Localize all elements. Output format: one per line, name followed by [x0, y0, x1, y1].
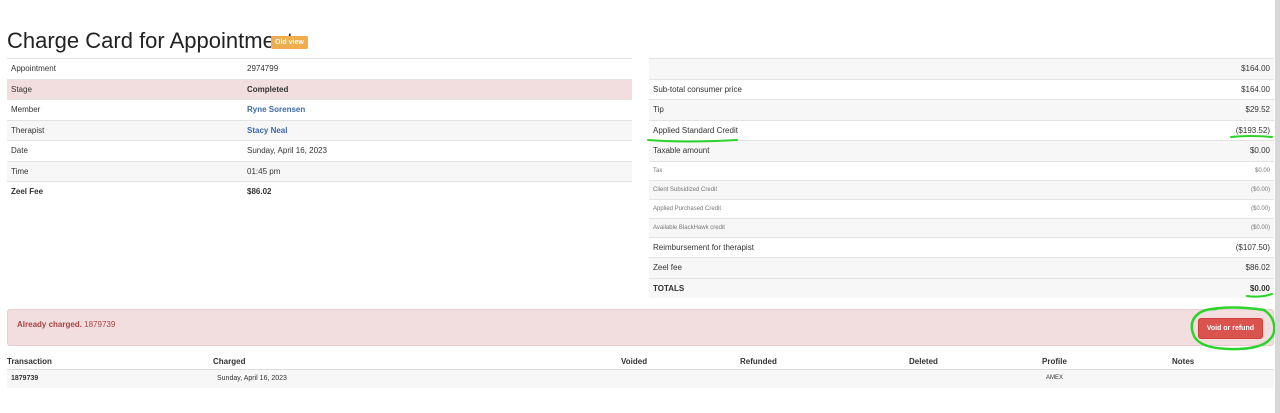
table-row: Reimbursement for therapist ($107.50)	[649, 236, 1274, 258]
transaction-id: 1879739	[11, 375, 39, 382]
row-label: Reimbursement for therapist	[653, 242, 754, 252]
row-value: ($0.00)	[1250, 224, 1270, 231]
table-row: Applied Standard Credit ($193.52)	[649, 119, 1274, 141]
column-header-voided: Voided	[621, 357, 648, 366]
row-label: Time	[11, 166, 29, 176]
table-row: Zeel Fee $86.02	[7, 181, 632, 202]
profile-value: AMEX	[1046, 375, 1064, 381]
table-row: Tax $0.00	[649, 160, 1274, 180]
table-row: Therapist Stacy Neal	[7, 119, 632, 140]
column-header-deleted: Deleted	[909, 357, 938, 366]
table-row: Tip $29.52	[649, 99, 1274, 120]
table-row: $164.00	[649, 58, 1274, 79]
table-row: Zeel fee $86.02	[649, 257, 1274, 278]
date-value: Sunday, April 16, 2023	[247, 146, 327, 156]
row-label: Taxable amount	[653, 146, 710, 156]
row-label: Tax	[653, 167, 663, 174]
charged-date: Sunday, April 16, 2023	[217, 375, 287, 382]
table-row: TOTALS $0.00	[649, 277, 1274, 298]
row-label: Date	[11, 146, 28, 156]
vertical-scrollbar[interactable]	[1275, 0, 1280, 413]
row-label: Tip	[653, 105, 664, 115]
table-row: Member Ryne Sorensen	[7, 99, 632, 120]
time-value: 01:45 pm	[247, 166, 281, 176]
table-row: Available BlackHawk credit ($0.00)	[649, 217, 1274, 237]
column-header-notes: Notes	[1172, 357, 1195, 366]
transactions-header: Transaction Charged Voided Refunded Dele…	[7, 357, 1274, 369]
row-value: ($107.50)	[1235, 242, 1270, 252]
table-row: Sub-total consumer price $164.00	[649, 78, 1274, 100]
already-charged-alert: Already charged. 1879739 Void or refund	[7, 309, 1274, 346]
row-value: $164.00	[1241, 64, 1270, 74]
row-label: Zeel Fee	[11, 187, 44, 197]
row-label: Applied Standard Credit	[653, 125, 738, 135]
column-header-profile: Profile	[1042, 357, 1067, 366]
totals-label: TOTALS	[653, 283, 685, 293]
pricing-table: $164.00 Sub-total consumer price $164.00…	[649, 58, 1274, 298]
column-header-transaction: Transaction	[7, 357, 52, 366]
table-row: Taxable amount $0.00	[649, 140, 1274, 161]
row-value: ($0.00)	[1250, 186, 1270, 193]
zeel-fee-value: $86.02	[247, 187, 272, 197]
row-value: $29.52	[1245, 105, 1270, 115]
table-row: Date Sunday, April 16, 2023	[7, 140, 632, 161]
row-value: $0.00	[1249, 146, 1270, 156]
alert-message: Already charged. 1879739	[17, 320, 115, 329]
stage-value: Completed	[247, 84, 289, 94]
appointment-id: 2974799	[247, 64, 279, 74]
old-view-badge[interactable]: Old view	[271, 36, 308, 49]
row-label: Appointment	[11, 64, 56, 74]
row-label: Sub-total consumer price	[653, 84, 742, 94]
row-label: Applied Purchased Credit	[653, 205, 722, 212]
table-row: Stage Completed	[7, 78, 632, 99]
column-header-refunded: Refunded	[740, 357, 777, 366]
table-row: Time 01:45 pm	[7, 160, 632, 181]
row-value: $0.00	[1254, 167, 1270, 174]
table-row: 1879739 Sunday, April 16, 2023 AMEX	[7, 369, 1274, 388]
row-label: Member	[11, 105, 41, 115]
void-or-refund-button[interactable]: Void or refund	[1197, 318, 1263, 339]
alert-label: Already charged.	[17, 320, 82, 329]
appointment-details-table: Appointment 2974799 Stage Completed Memb…	[7, 58, 632, 202]
table-row: Client Subsidized Credit ($0.00)	[649, 179, 1274, 199]
column-header-charged: Charged	[213, 357, 246, 366]
row-value: $86.02	[1245, 263, 1270, 273]
page-title: Charge Card for Appointment	[7, 28, 294, 53]
row-value: $164.00	[1241, 84, 1270, 94]
table-row: Applied Purchased Credit ($0.00)	[649, 198, 1274, 218]
row-label: Stage	[11, 84, 32, 94]
row-label: Client Subsidized Credit	[653, 186, 718, 193]
totals-value: $0.00	[1249, 283, 1270, 293]
row-value: ($193.52)	[1235, 125, 1270, 135]
row-label: Available BlackHawk credit	[653, 224, 725, 231]
row-value: ($0.00)	[1250, 205, 1270, 212]
row-label: Zeel fee	[653, 263, 682, 273]
alert-charge-id: 1879739	[84, 320, 116, 329]
member-link[interactable]: Ryne Sorensen	[247, 105, 305, 114]
table-row: Appointment 2974799	[7, 58, 632, 79]
therapist-link[interactable]: Stacy Neal	[247, 126, 287, 135]
row-label: Therapist	[11, 125, 45, 135]
